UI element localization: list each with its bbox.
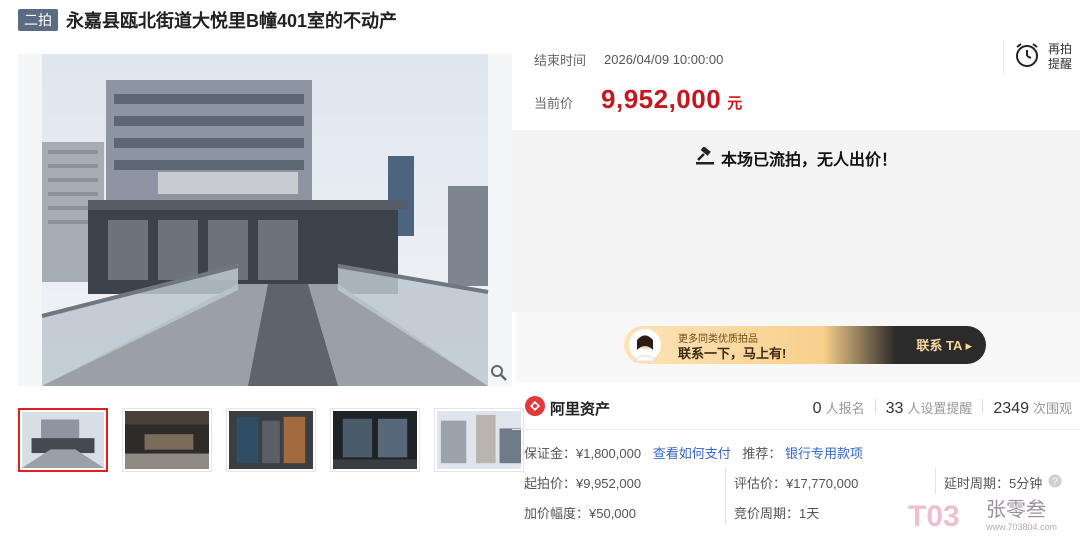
page-title: 永嘉县瓯北街道大悦里B幢401室的不动产	[66, 11, 398, 31]
main-photo[interactable]	[18, 54, 512, 386]
svg-text:?: ?	[1052, 477, 1058, 488]
zoom-icon[interactable]	[488, 362, 510, 384]
stats: 0 人报名 33 人设置提醒 2349 次围观	[813, 398, 1072, 418]
watermark-logo: T03 张零叁 www.703804.com	[908, 497, 1057, 533]
brand[interactable]: 阿里资产	[524, 395, 610, 422]
watermark-brand: 张零叁	[986, 497, 1046, 521]
bid-cycle: 竞价周期：1天	[734, 506, 820, 521]
thumbnail-4[interactable]	[330, 408, 420, 472]
gavel-icon	[695, 145, 715, 170]
alarm-clock-icon	[1014, 41, 1040, 74]
price-row: 当前价 9,952,000 元	[534, 84, 742, 115]
stat-signups-label: 人报名	[825, 401, 865, 416]
start-price: 起拍价：¥9,952,000	[524, 476, 642, 491]
stat-reminders-num: 33	[885, 400, 904, 417]
promo-area: 更多同类优质拍品 联系一下，马上有! 联系 TA ▸	[516, 312, 1080, 382]
bank-link[interactable]: 银行专用款项	[785, 446, 863, 461]
price-label: 当前价	[534, 96, 574, 111]
delay-row: 延时周期：5分钟 ?	[944, 473, 1062, 492]
round-badge: 二拍	[18, 9, 58, 31]
status-line: 本场已流拍，无人出价！	[512, 145, 1080, 170]
divider	[725, 468, 726, 524]
status-area: 本场已流拍，无人出价！	[512, 130, 1080, 312]
deposit-row: 保证金：¥1,800,000 查看如何支付 推荐： 银行专用款项	[524, 443, 863, 462]
stat-reminders-label: 人设置提醒	[907, 401, 973, 416]
help-icon[interactable]: ?	[1048, 474, 1062, 491]
stat-views-label: 次围观	[1032, 401, 1072, 416]
watermark-url: www.703804.com	[985, 522, 1057, 532]
price-unit: 元	[727, 95, 743, 112]
divider	[935, 468, 936, 494]
end-time-value: 2026/04/09 10:00:00	[604, 52, 724, 67]
stat-views-num: 2349	[993, 400, 1029, 417]
increment: 加价幅度：¥50,000	[524, 506, 636, 521]
contact-ta-button[interactable]: 联系 TA ▸	[916, 335, 972, 354]
eval-price: 评估价：¥17,770,000	[734, 476, 859, 491]
brand-row: 阿里资产 0 人报名 33 人设置提醒 2349 次围观	[512, 386, 1080, 430]
contact-banner[interactable]: 更多同类优质拍品 联系一下，马上有! 联系 TA ▸	[624, 326, 986, 364]
ali-assets-logo-icon	[524, 395, 546, 422]
auction-info: 结束时间 2026/04/09 10:00:00 当前价 9,952,000 元…	[512, 36, 1080, 130]
auction-status: 本场已流拍，无人出价！	[720, 152, 897, 169]
watermark: T03 张零叁 www.703804.com	[908, 494, 1078, 536]
thumbnail-5[interactable]	[434, 408, 524, 472]
title-row: 二拍 永嘉县瓯北街道大悦里B幢401室的不动产	[18, 8, 397, 32]
agent-avatar	[629, 329, 661, 362]
thumbnail-2[interactable]	[122, 408, 212, 472]
recommend-label: 推荐：	[742, 446, 782, 461]
how-pay-link[interactable]: 查看如何支付	[653, 446, 731, 461]
delay-period: 延时周期：5分钟	[944, 476, 1043, 491]
deposit: 保证金：¥1,800,000	[524, 446, 642, 461]
end-time-label: 结束时间	[534, 53, 587, 68]
remind-button[interactable]: 再拍提醒	[1003, 40, 1074, 74]
divider	[982, 399, 984, 413]
thumbnail-3[interactable]	[226, 408, 316, 472]
brand-name: 阿里资产	[550, 401, 611, 418]
banner-title: 联系一下，马上有!	[678, 346, 787, 361]
watermark-logo-text: T03	[908, 500, 960, 533]
current-price: 9,952,000	[601, 84, 722, 114]
thumbnail-1[interactable]	[18, 408, 108, 472]
stat-signups-num: 0	[812, 400, 822, 417]
remind-label: 再拍提醒	[1047, 42, 1072, 71]
building-photo	[18, 54, 512, 386]
thumbnail-strip	[18, 408, 524, 472]
divider	[874, 399, 876, 413]
end-time-row: 结束时间 2026/04/09 10:00:00	[534, 50, 723, 69]
